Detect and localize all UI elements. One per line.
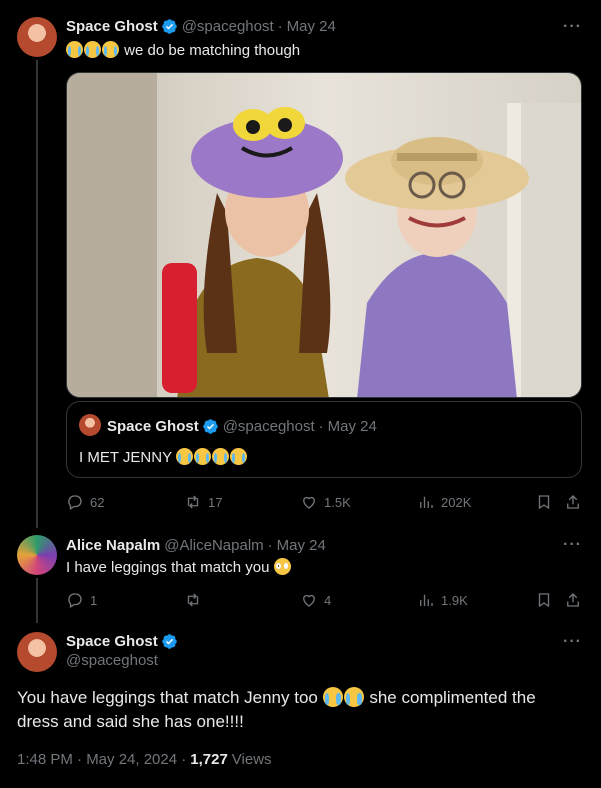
retweet-button[interactable] <box>184 591 208 609</box>
loudly-crying-emoji <box>175 448 193 465</box>
verified-badge-icon <box>202 419 218 434</box>
loudly-crying-emoji <box>84 41 101 58</box>
share-button[interactable] <box>564 493 588 511</box>
quoted-tweet-text: I MET JENNY <box>79 448 248 466</box>
like-icon <box>303 496 315 509</box>
quoted-tweet-header: Space Ghost @spaceghost · May 24 <box>107 418 377 435</box>
separator-dot: · <box>318 418 324 435</box>
bookmark-button[interactable] <box>535 591 559 609</box>
bookmark-icon <box>538 495 550 510</box>
loudly-crying-emoji <box>211 448 229 465</box>
retweet-icon <box>187 495 199 509</box>
author-name: Space Ghost <box>107 418 199 435</box>
author-name[interactable]: Alice Napalm <box>66 537 160 554</box>
bookmark-icon <box>538 593 550 608</box>
avatar[interactable] <box>17 17 57 57</box>
author-name[interactable]: Space Ghost <box>66 18 158 35</box>
thread-line-1 <box>36 60 38 528</box>
tweet-text-content: we do be matching though <box>124 42 301 59</box>
reply-count: 62 <box>90 494 105 510</box>
avatar <box>79 414 101 436</box>
share-icon <box>567 593 579 607</box>
separator-dot: · <box>277 18 283 35</box>
views-icon <box>420 594 433 606</box>
retweet-count: 17 <box>208 494 223 510</box>
tweet-text: I have leggings that match you <box>66 558 292 576</box>
verified-badge-icon <box>161 19 177 34</box>
author-handle[interactable]: @spaceghost <box>66 652 182 669</box>
tweet-text-part1: You have leggings that match Jenny too <box>17 688 318 707</box>
author-handle: @spaceghost <box>222 418 315 435</box>
tweet-date[interactable]: May 24 <box>277 537 326 554</box>
reply-button[interactable]: 62 <box>66 493 104 511</box>
tweet-header: Alice Napalm @AliceNapalm · May 24 <box>66 537 326 554</box>
retweet-button[interactable]: 17 <box>184 493 222 511</box>
share-icon <box>567 495 579 509</box>
retweet-icon <box>187 593 199 607</box>
tweet-photo[interactable] <box>66 72 582 398</box>
loudly-crying-emoji <box>322 687 343 707</box>
tweet-timestamp[interactable]: 1:48 PM · May 24, 2024 · <box>17 751 186 768</box>
author-handle[interactable]: @AliceNapalm <box>164 537 263 554</box>
loudly-crying-emoji <box>66 41 83 58</box>
reply-icon <box>68 495 82 510</box>
avatar[interactable] <box>17 632 57 672</box>
loudly-crying-emoji <box>102 41 119 58</box>
verified-badge-icon <box>161 634 177 649</box>
pleading-face-emoji <box>273 558 291 575</box>
tweet-date[interactable]: May 24 <box>287 18 336 35</box>
like-button[interactable]: 4 <box>300 591 331 609</box>
author-name[interactable]: Space Ghost <box>66 633 158 650</box>
avatar[interactable] <box>17 535 57 575</box>
bookmark-button[interactable] <box>535 493 559 511</box>
views-count: 202K <box>441 494 472 510</box>
quoted-tweet[interactable]: Space Ghost @spaceghost · May 24 I MET J… <box>66 401 582 478</box>
like-count: 4 <box>324 592 332 608</box>
more-icon[interactable]: ··· <box>563 18 582 36</box>
views-icon <box>420 496 433 508</box>
tweet-text: we do be matching though <box>66 41 300 59</box>
separator-dot: · <box>267 537 273 554</box>
like-icon <box>303 594 315 607</box>
views-label: Views <box>231 751 272 768</box>
like-count: 1.5K <box>324 494 351 510</box>
more-icon[interactable]: ··· <box>563 536 582 554</box>
views-count: 1,727 <box>190 751 228 768</box>
loudly-crying-emoji <box>193 448 211 465</box>
reply-button[interactable]: 1 <box>66 591 97 609</box>
author-block: Space Ghost @spaceghost <box>66 633 182 669</box>
more-icon[interactable]: ··· <box>563 633 582 651</box>
reply-icon <box>68 593 82 608</box>
photo-illustration <box>67 73 581 397</box>
loudly-crying-emoji <box>343 687 364 707</box>
views-count: 1.9K <box>441 592 468 608</box>
reply-count: 1 <box>90 592 98 608</box>
share-button[interactable] <box>564 591 588 609</box>
loudly-crying-emoji <box>229 448 247 465</box>
views-button[interactable]: 202K <box>417 493 471 511</box>
like-button[interactable]: 1.5K <box>300 493 351 511</box>
thread-line-2 <box>36 578 38 623</box>
tweet-text-content: I have leggings that match you <box>66 559 270 576</box>
tweet-text: You have leggings that match Jenny too s… <box>17 686 577 734</box>
tweet-meta: 1:48 PM · May 24, 2024 · 1,727 Views <box>17 751 272 768</box>
author-handle[interactable]: @spaceghost <box>182 18 274 35</box>
tweet-date: May 24 <box>327 418 377 435</box>
tweet-header: Space Ghost @spaceghost · May 24 <box>66 18 336 35</box>
quoted-tweet-text-content: I MET JENNY <box>79 449 172 466</box>
views-button[interactable]: 1.9K <box>417 591 468 609</box>
